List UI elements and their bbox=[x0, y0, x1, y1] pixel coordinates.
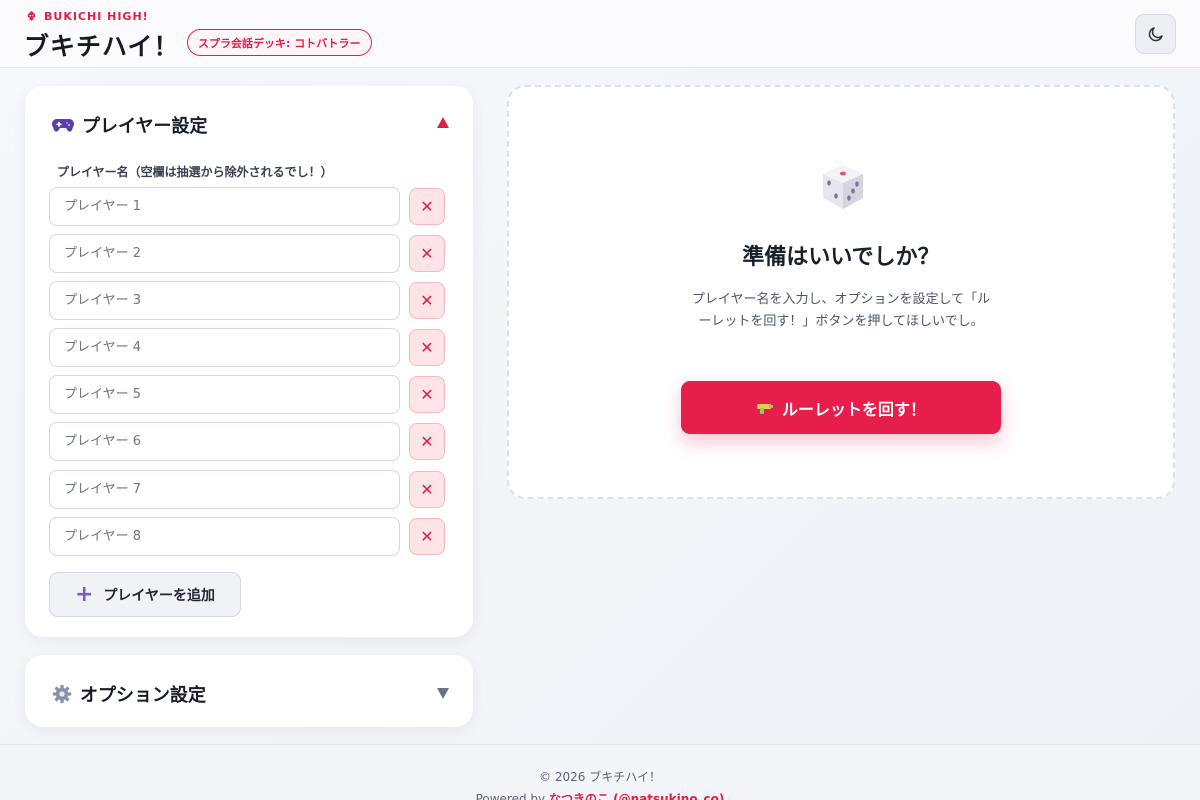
close-icon: ✕ bbox=[420, 291, 434, 310]
player-name-input[interactable] bbox=[49, 470, 400, 509]
player-name-input[interactable] bbox=[49, 234, 400, 273]
powered-by: Powered by なつきのこ (@natsukino_co) bbox=[0, 790, 1200, 800]
player-settings-card: プレイヤー設定 プレイヤー名（空欄は抽選から除外されるでし！） ✕ ✕ ✕ ✕ … bbox=[25, 86, 473, 637]
close-icon: ✕ bbox=[420, 197, 434, 216]
powered-by-prefix: Powered by bbox=[475, 792, 549, 800]
add-player-label: プレイヤーを追加 bbox=[103, 587, 216, 604]
player-row: ✕ bbox=[49, 328, 445, 367]
author-link[interactable]: なつきのこ (@natsukino_co) bbox=[549, 792, 724, 800]
brand-small-text: BUKICHI HIGH! bbox=[44, 10, 149, 23]
player-settings-title: プレイヤー設定 bbox=[82, 116, 208, 137]
collapse-up-icon[interactable] bbox=[437, 117, 449, 128]
player-row: ✕ bbox=[49, 375, 445, 414]
remove-player-button[interactable]: ✕ bbox=[409, 376, 445, 413]
footer: © 2026 ブキチハイ！ Powered by なつきのこ (@natsuki… bbox=[0, 744, 1200, 800]
player-name-input[interactable] bbox=[49, 328, 400, 367]
app-header: BUKICHI HIGH! ブキチハイ！ スプラ会話デッキ: コトバトラー bbox=[0, 0, 1200, 68]
spin-roulette-button[interactable]: ルーレットを回す！ bbox=[681, 381, 1001, 434]
player-name-label: プレイヤー名（空欄は抽選から除外されるでし！） bbox=[57, 165, 333, 179]
remove-player-button[interactable]: ✕ bbox=[409, 235, 445, 272]
gamepad-icon bbox=[52, 119, 74, 132]
player-row: ✕ bbox=[49, 234, 445, 273]
add-player-button[interactable]: + プレイヤーを追加 bbox=[49, 572, 241, 617]
player-row: ✕ bbox=[49, 187, 445, 226]
spin-roulette-label: ルーレットを回す！ bbox=[781, 399, 926, 419]
player-row: ✕ bbox=[49, 470, 445, 509]
remove-player-button[interactable]: ✕ bbox=[409, 329, 445, 366]
squid-icon bbox=[27, 10, 36, 22]
plus-icon: + bbox=[74, 581, 94, 607]
close-icon: ✕ bbox=[420, 527, 434, 546]
close-icon: ✕ bbox=[420, 385, 434, 404]
player-name-input[interactable] bbox=[49, 187, 400, 226]
theme-toggle-button[interactable] bbox=[1135, 14, 1176, 54]
player-name-input[interactable] bbox=[49, 281, 400, 320]
close-icon: ✕ bbox=[420, 432, 434, 451]
remove-player-button[interactable]: ✕ bbox=[409, 471, 445, 508]
dice-icon bbox=[823, 165, 863, 209]
remove-player-button[interactable]: ✕ bbox=[409, 188, 445, 225]
option-settings-header[interactable]: オプション設定 bbox=[52, 681, 206, 707]
ready-title: 準備はいいでしか？ bbox=[742, 245, 940, 270]
close-icon: ✕ bbox=[420, 338, 434, 357]
remove-player-button[interactable]: ✕ bbox=[409, 518, 445, 555]
close-icon: ✕ bbox=[420, 244, 434, 263]
splat-gun-icon bbox=[756, 403, 773, 414]
option-settings-title: オプション設定 bbox=[80, 685, 206, 706]
player-row: ✕ bbox=[49, 281, 445, 320]
player-settings-header[interactable]: プレイヤー設定 bbox=[52, 112, 207, 138]
app-title: ブキチハイ！ bbox=[24, 32, 180, 61]
close-icon: ✕ bbox=[420, 480, 434, 499]
remove-player-button[interactable]: ✕ bbox=[409, 423, 445, 460]
roulette-panel: 準備はいいでしか？ プレイヤー名を入力し、オプションを設定して「ルーレットを回す… bbox=[507, 85, 1175, 499]
expand-down-icon[interactable] bbox=[437, 688, 449, 699]
player-row: ✕ bbox=[49, 422, 445, 461]
option-settings-card: オプション設定 bbox=[25, 655, 473, 727]
remove-player-button[interactable]: ✕ bbox=[409, 282, 445, 319]
moon-icon bbox=[1148, 27, 1163, 42]
ready-description: プレイヤー名を入力し、オプションを設定して「ルーレットを回す！」ボタンを押してほ… bbox=[691, 292, 991, 329]
player-name-input[interactable] bbox=[49, 375, 400, 414]
gear-icon bbox=[52, 684, 72, 704]
player-name-input[interactable] bbox=[49, 517, 400, 556]
copyright-text: © 2026 ブキチハイ！ bbox=[539, 770, 661, 784]
player-name-input[interactable] bbox=[49, 422, 400, 461]
deck-badge[interactable]: スプラ会話デッキ: コトバトラー bbox=[187, 29, 372, 56]
player-row: ✕ bbox=[49, 517, 445, 556]
brand-small: BUKICHI HIGH! bbox=[25, 10, 149, 23]
